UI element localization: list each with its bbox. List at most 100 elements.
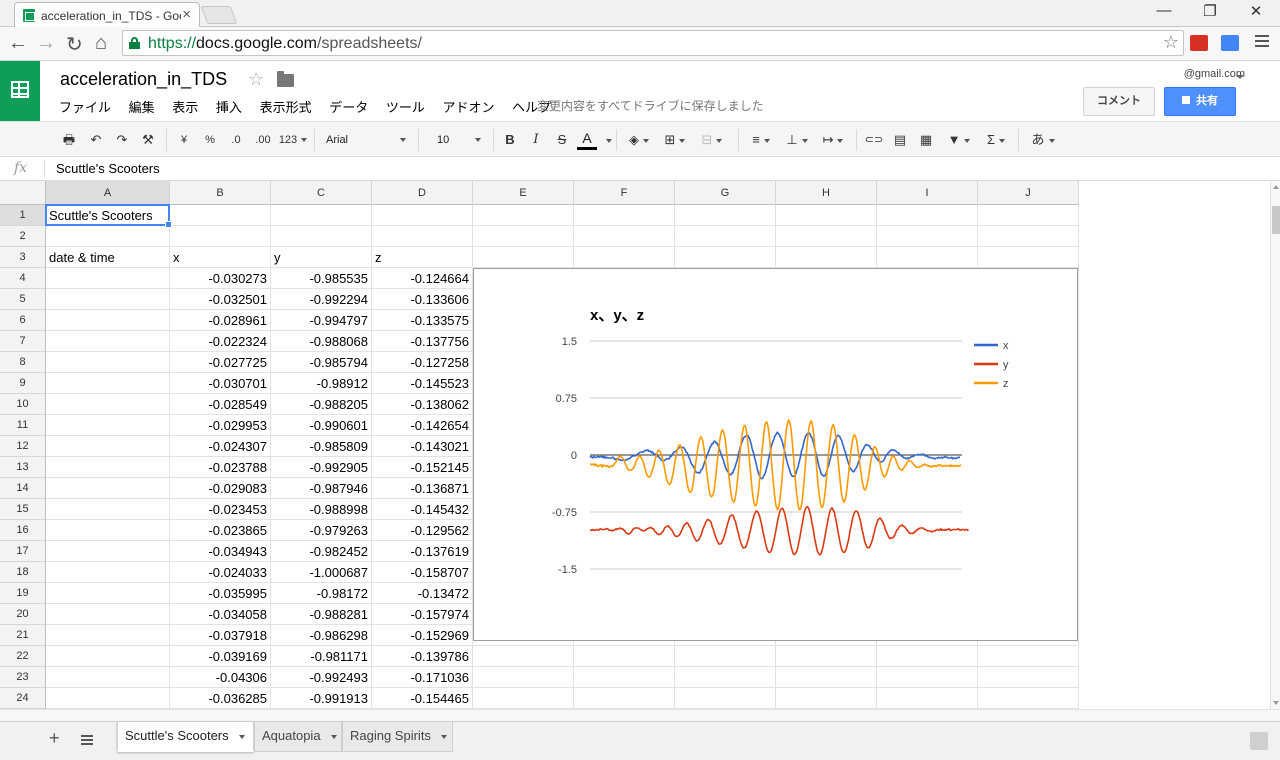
cell-c8[interactable]: -0.985794 [271,352,371,373]
column-header-j[interactable]: J [978,181,1079,205]
home-icon[interactable]: ⌂ [95,32,107,55]
column-header-b[interactable]: B [170,181,271,205]
cell-c13[interactable]: -0.992905 [271,457,371,478]
cell-d22[interactable]: -0.139786 [372,646,472,667]
row-header[interactable]: 6 [0,310,46,331]
cell-c24[interactable]: -0.991913 [271,688,371,709]
cell-c23[interactable]: -0.992493 [271,667,371,688]
sheet-tab-menu-icon[interactable] [440,734,447,739]
row-header[interactable]: 17 [0,541,46,562]
cell-c15[interactable]: -0.988998 [271,499,371,520]
explore-icon[interactable] [1250,732,1268,750]
cell-b13[interactable]: -0.023788 [170,457,270,478]
cell-b3[interactable]: x [170,247,270,268]
cell-c11[interactable]: -0.990601 [271,415,371,436]
sheet-tab-menu-icon[interactable] [238,734,245,739]
embedded-chart[interactable]: x、y、z 1.5 0.75 0 -0.75 -1.5 x y z [473,268,1078,641]
row-header[interactable]: 3 [0,247,46,268]
cell-d15[interactable]: -0.145432 [372,499,472,520]
cell-c22[interactable]: -0.981171 [271,646,371,667]
restore-icon[interactable]: ❐ [1190,2,1230,20]
cell-b14[interactable]: -0.029083 [170,478,270,499]
browser-menu-icon[interactable] [1255,35,1269,50]
menu-tools[interactable]: ツール [386,100,425,115]
merge-cells-button[interactable]: ⊟ [694,130,730,150]
row-header[interactable]: 2 [0,226,46,247]
paint-format-icon[interactable]: ⚒ [138,130,158,150]
cell-b10[interactable]: -0.028549 [170,394,270,415]
undo-icon[interactable]: ↶ [86,130,106,150]
column-header-e[interactable]: E [473,181,574,205]
menu-view[interactable]: 表示 [172,100,198,115]
share-button[interactable]: 共有 [1164,87,1236,116]
column-header-i[interactable]: I [877,181,978,205]
cell-a3[interactable]: date & time [46,247,169,268]
borders-button[interactable]: ⊞ [660,130,690,150]
row-header[interactable]: 16 [0,520,46,541]
forward-icon[interactable]: → [36,32,56,55]
document-title[interactable]: acceleration_in_TDS [60,69,227,90]
cell-d24[interactable]: -0.154465 [372,688,472,709]
row-header[interactable]: 7 [0,331,46,352]
cell-d4[interactable]: -0.124664 [372,268,472,289]
row-header[interactable]: 13 [0,457,46,478]
cell-c4[interactable]: -0.985535 [271,268,371,289]
cell-b12[interactable]: -0.024307 [170,436,270,457]
strikethrough-button[interactable]: S [554,130,570,150]
cell-b21[interactable]: -0.037918 [170,625,270,646]
cell-c9[interactable]: -0.98912 [271,373,371,394]
bold-button[interactable]: B [502,130,518,150]
cell-b17[interactable]: -0.034943 [170,541,270,562]
formula-input[interactable]: Scuttle's Scooters [56,161,160,176]
row-header[interactable]: 8 [0,352,46,373]
row-header[interactable]: 14 [0,478,46,499]
decrease-decimals-button[interactable]: .0 [226,130,246,150]
row-header[interactable]: 15 [0,499,46,520]
sheet-tab[interactable]: Raging Spirits [342,722,453,752]
text-color-dropdown-icon[interactable] [602,130,612,150]
cell-b11[interactable]: -0.029953 [170,415,270,436]
currency-format-button[interactable]: ¥ [176,130,192,150]
row-header[interactable]: 9 [0,373,46,394]
tab-close-icon[interactable]: × [182,6,191,23]
percent-format-button[interactable]: % [202,130,218,150]
scrollbar-thumb[interactable] [1272,206,1280,234]
vertical-scrollbar[interactable] [1270,181,1280,709]
menu-addons[interactable]: アドオン [442,100,494,115]
cell-d12[interactable]: -0.143021 [372,436,472,457]
cell-d7[interactable]: -0.137756 [372,331,472,352]
column-header-h[interactable]: H [776,181,877,205]
row-header[interactable]: 23 [0,667,46,688]
comment-button[interactable]: コメント [1083,87,1155,116]
cell-d3[interactable]: z [372,247,472,268]
back-icon[interactable]: ← [8,32,28,55]
cell-b18[interactable]: -0.024033 [170,562,270,583]
cell-c17[interactable]: -0.982452 [271,541,371,562]
scroll-up-icon[interactable] [1273,185,1279,189]
cell-b6[interactable]: -0.028961 [170,310,270,331]
cell-d11[interactable]: -0.142654 [372,415,472,436]
font-family-select[interactable]: Arial [326,130,408,150]
functions-button[interactable]: Σ [980,130,1012,150]
active-cell-selection[interactable] [45,204,172,228]
cell-b20[interactable]: -0.034058 [170,604,270,625]
cell-c19[interactable]: -0.98172 [271,583,371,604]
cell-c3[interactable]: y [271,247,371,268]
cell-d10[interactable]: -0.138062 [372,394,472,415]
save-status[interactable]: 変更内容をすべてドライブに保存しました [537,97,764,114]
vertical-align-button[interactable]: ⊥ [782,130,812,150]
cell-c21[interactable]: -0.986298 [271,625,371,646]
column-header-c[interactable]: C [271,181,372,205]
reload-icon[interactable]: ↻ [66,32,83,57]
insert-comment-icon[interactable]: ▤ [890,130,910,150]
cell-d21[interactable]: -0.152969 [372,625,472,646]
column-header-f[interactable]: F [574,181,675,205]
cell-b23[interactable]: -0.04306 [170,667,270,688]
cell-d17[interactable]: -0.137619 [372,541,472,562]
cell-b4[interactable]: -0.030273 [170,268,270,289]
url-bar[interactable]: https://docs.google.com/spreadsheets/ ☆ [122,30,1184,56]
more-formats-button[interactable]: 123 [278,130,308,150]
row-header[interactable]: 22 [0,646,46,667]
font-size-select[interactable]: 10 [437,130,483,150]
insert-link-icon[interactable]: ⊂⊃ [863,130,885,150]
